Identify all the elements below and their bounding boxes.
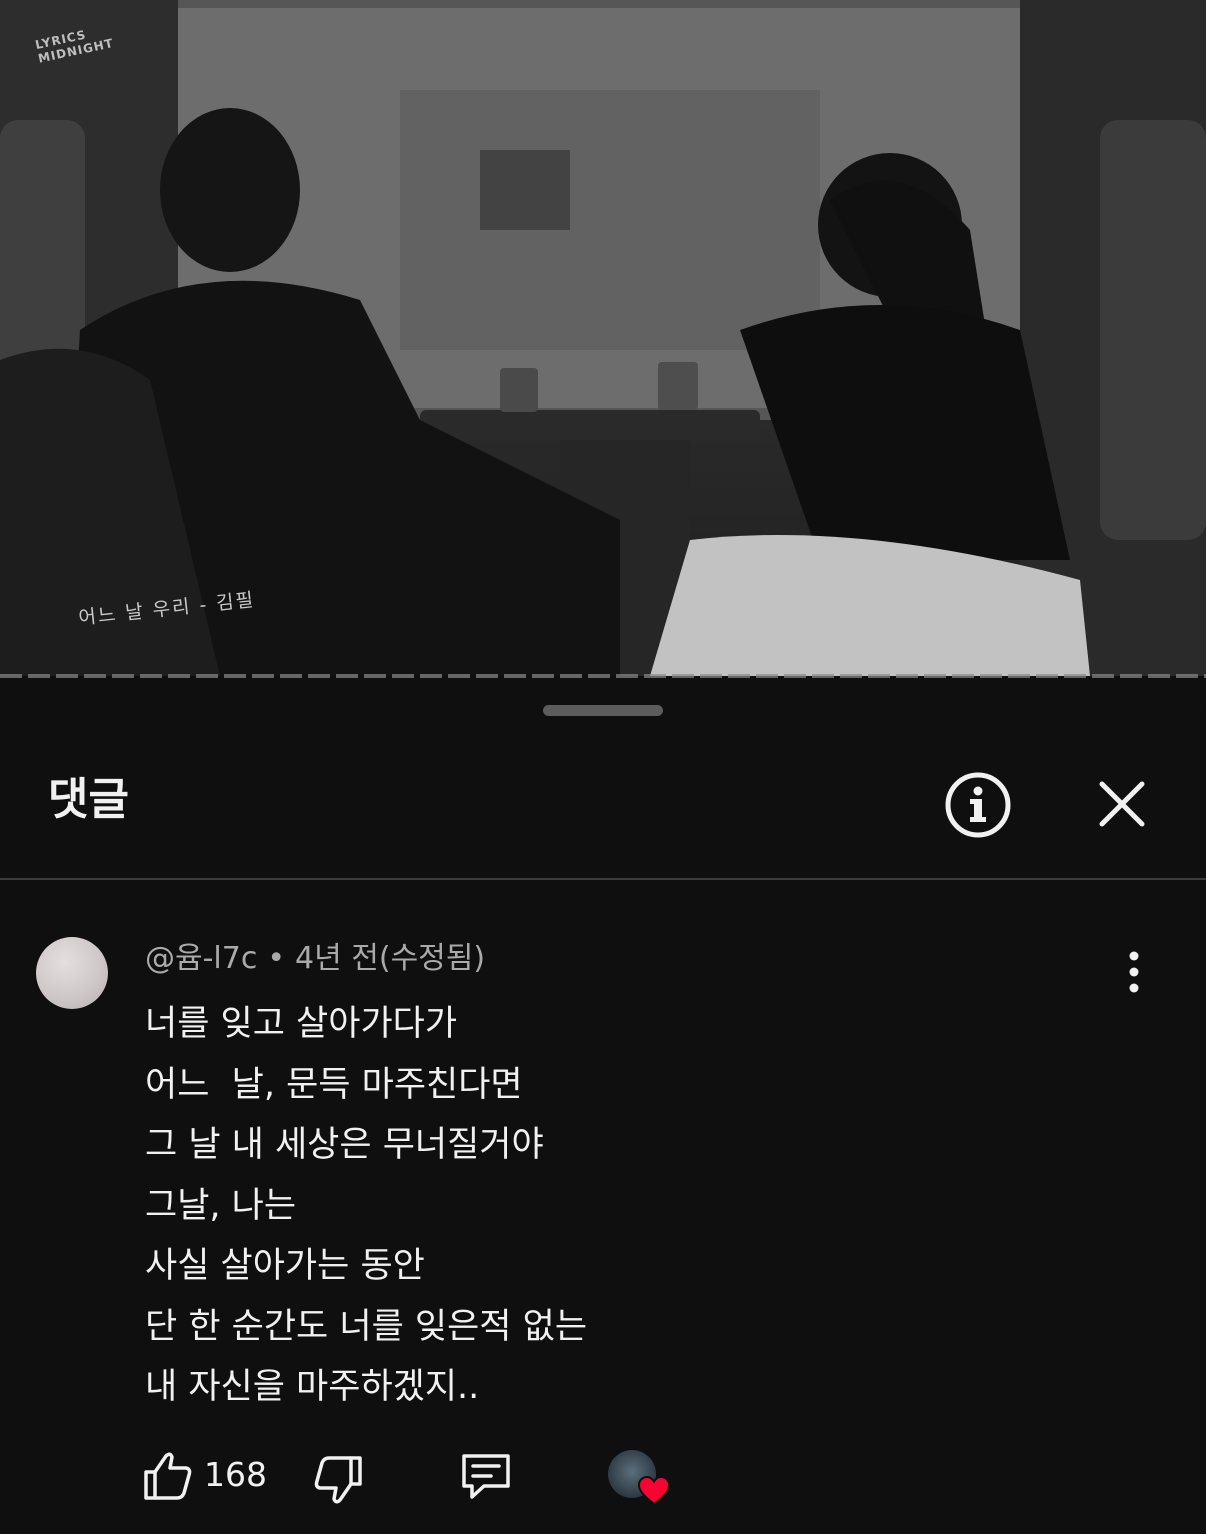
- thumbs-up-icon: [144, 1452, 192, 1500]
- close-icon: [1099, 781, 1145, 827]
- video-player[interactable]: LYRICS MIDNIGHT 어느 날 우리 - 김필: [0, 0, 1206, 676]
- comment-actions: 168: [0, 1446, 1206, 1516]
- creator-heart-badge: [608, 1450, 672, 1510]
- info-icon: [945, 772, 1011, 838]
- reply-button[interactable]: [458, 1450, 514, 1502]
- creator-heart-icon: [638, 1476, 670, 1506]
- comments-sheet: 댓글 @윰-l7c • 4년 전(수정됨) 너를 잊고 살아가다가 어느 날, 문득…: [0, 684, 1206, 1534]
- comments-title: 댓글: [48, 774, 129, 825]
- close-button[interactable]: [1092, 774, 1152, 834]
- comment-line: 그 날 내 세상은 무너질거야: [145, 1125, 544, 1165]
- more-vert-icon: [1129, 951, 1139, 993]
- comment-time: 4년 전(수정됨): [295, 941, 486, 976]
- like-button[interactable]: [142, 1450, 194, 1502]
- meta-separator: •: [267, 941, 286, 976]
- video-progress-bar[interactable]: [0, 674, 1206, 678]
- comment-more-button[interactable]: [1114, 950, 1154, 996]
- comment-line: 단 한 순간도 너를 잊은적 없는: [145, 1306, 588, 1347]
- comment-line: 너를 잊고 살아가다가: [145, 1004, 458, 1044]
- info-button[interactable]: [940, 770, 1016, 840]
- comment-author[interactable]: @윰-l7c: [145, 941, 257, 976]
- comment-meta: @윰-l7c • 4년 전(수정됨): [145, 938, 485, 980]
- header-divider: [0, 878, 1206, 880]
- dislike-button[interactable]: [312, 1454, 364, 1506]
- drag-handle[interactable]: [543, 705, 663, 716]
- comment-line: 그날, 나는: [145, 1185, 297, 1226]
- video-frame: [0, 0, 1206, 676]
- comment-line: 어느 날, 문득 마주친다면: [145, 1064, 523, 1105]
- comment-body: 너를 잊고 살아가다가 어느 날, 문득 마주친다면 그 날 내 세상은 무너질…: [145, 994, 1045, 1418]
- like-count: 168: [204, 1455, 267, 1494]
- thumbs-down-icon: [314, 1456, 362, 1504]
- comment-line: 내 자신을 마주하겠지..: [145, 1367, 480, 1407]
- comment-author-avatar[interactable]: [36, 937, 108, 1009]
- comment-line: 사실 살아가는 동안: [145, 1246, 425, 1286]
- reply-icon: [462, 1454, 510, 1499]
